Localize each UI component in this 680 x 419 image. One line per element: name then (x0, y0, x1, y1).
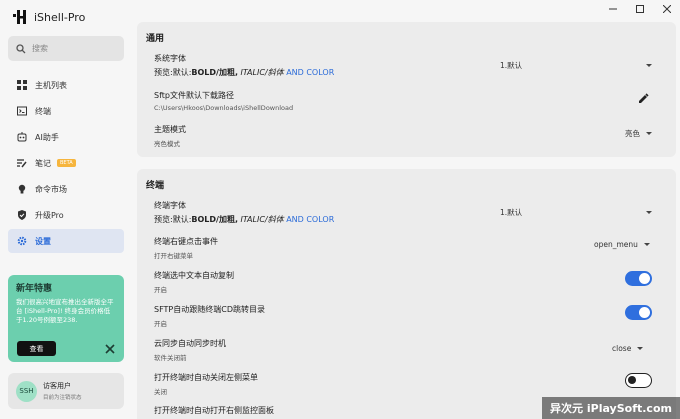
setting-title: SFTP自动跟随终端CD跳转目录 (154, 305, 265, 314)
sidebar-item-label: 主机列表 (35, 80, 67, 90)
sidebar-item-label: 终端 (35, 106, 51, 116)
select-value: open_menu (594, 240, 638, 249)
user-status: 目前为注销状态 (43, 395, 82, 401)
maximize-icon (635, 4, 644, 13)
sidebar-item-terminal[interactable]: 终端 (8, 99, 124, 123)
setting-subtitle: 亮色模式 (154, 140, 180, 148)
grid-icon (17, 80, 27, 90)
auto-close-left-toggle[interactable] (625, 373, 652, 388)
select-value: 1.默认 (500, 208, 523, 217)
minimize-icon (608, 8, 617, 9)
close-icon (662, 4, 671, 13)
auto-close-left-row: 打开终端时自动关闭左侧菜单 关闭 (154, 372, 652, 396)
maximize-button[interactable] (626, 0, 653, 17)
minimize-button[interactable] (599, 0, 626, 17)
close-icon[interactable] (105, 344, 115, 354)
general-settings-card: 通用 系统字体 预览:默认:BOLD/加粗, ITALIC/斜体 AND COL… (137, 22, 676, 157)
promo-title: 新年特惠 (16, 284, 53, 294)
logo-icon (13, 10, 26, 24)
sidebar-item-hosts[interactable]: 主机列表 (8, 73, 124, 97)
setting-subtitle: 开启 (154, 286, 167, 294)
theme-select[interactable]: 亮色 (625, 128, 652, 139)
sidebar-item-notes[interactable]: 笔记 BETA (8, 151, 124, 175)
chevron-down-icon (646, 132, 652, 135)
chevron-down-icon (637, 347, 644, 350)
right-click-select[interactable]: open_menu (594, 240, 650, 249)
preview-color: AND COLOR (286, 215, 335, 224)
sidebar: iShell-Pro 搜索 主机列表 终端 AI助手 笔记 BETA 命令市场 (0, 0, 133, 419)
download-path: C:\Users\Hkoos\Downloads\iShellDownload (154, 104, 294, 112)
close-window-button[interactable] (653, 0, 680, 17)
sidebar-item-settings[interactable]: 设置 (8, 229, 124, 253)
setting-title: 终端选中文本自动复制 (154, 271, 234, 280)
setting-title: 终端右键点击事件 (154, 237, 218, 246)
preview-bold: BOLD/加粗, (191, 68, 238, 77)
app-title: iShell-Pro (34, 10, 86, 24)
shield-icon (17, 210, 27, 220)
chevron-down-icon (646, 211, 652, 214)
select-value: 1.默认 (500, 61, 523, 70)
section-title-general: 通用 (146, 34, 165, 44)
promo-text: 我们很高兴地宣布推出全新版全平台 [iShell-Pro]! 终身会员价格低于1… (16, 298, 114, 324)
preview-italic: ITALIC/斜体 (240, 68, 284, 77)
search-input[interactable]: 搜索 (8, 36, 124, 61)
select-value: 亮色 (625, 129, 640, 138)
system-font-select[interactable]: 1.默认 (500, 60, 652, 71)
sidebar-item-label: 设置 (35, 236, 51, 246)
download-path-row: Sftp文件默认下载路径 C:\Users\Hkoos\Downloads\iS… (154, 90, 652, 112)
bulb-icon (17, 184, 27, 194)
cloud-sync-row: 云同步自动同步时机 软件关闭前 (154, 338, 652, 362)
setting-subtitle: 关闭 (154, 388, 167, 396)
select-value: close (612, 344, 632, 353)
terminal-settings-card: 终端 终端字体 预览:默认:BOLD/加粗, ITALIC/斜体 AND COL… (137, 169, 676, 419)
sidebar-item-label: 命令市场 (35, 184, 67, 194)
sidebar-item-label: 笔记 (35, 158, 51, 168)
auto-copy-row: 终端选中文本自动复制 开启 (154, 270, 652, 294)
section-title-terminal: 终端 (146, 181, 165, 191)
preview-default: 预览:默认: (154, 68, 192, 77)
sidebar-item-label: 升级Pro (35, 210, 64, 220)
terminal-font-select[interactable]: 1.默认 (500, 207, 652, 218)
app-logo: iShell-Pro (12, 9, 85, 25)
preview-default: 预览:默认: (154, 215, 192, 224)
window-controls (599, 0, 680, 17)
notes-icon (17, 158, 27, 168)
setting-subtitle: 打开右键菜单 (154, 252, 193, 260)
sidebar-item-ai[interactable]: AI助手 (8, 125, 124, 149)
setting-title: 打开终端时自动关闭左侧菜单 (154, 373, 258, 382)
search-icon (16, 43, 26, 53)
terminal-icon (17, 106, 27, 116)
beta-badge: BETA (57, 159, 76, 167)
setting-title: Sftp文件默认下载路径 (154, 91, 234, 100)
watermark: 异次元 iPlaySoft.com (542, 397, 680, 419)
promo-card: 新年特惠 我们很高兴地宣布推出全新版全平台 [iShell-Pro]! 终身会员… (8, 275, 124, 362)
auto-copy-toggle[interactable] (625, 271, 652, 286)
cloud-sync-select[interactable]: close (612, 344, 644, 353)
promo-view-button[interactable]: 查看 (17, 341, 56, 356)
preview-bold: BOLD/加粗, (191, 215, 238, 224)
preview-color: AND COLOR (286, 68, 335, 77)
sftp-follow-toggle[interactable] (625, 305, 652, 320)
setting-subtitle: 开启 (154, 320, 167, 328)
sftp-follow-row: SFTP自动跟随终端CD跳转目录 开启 (154, 304, 652, 328)
setting-title: 云同步自动同步时机 (154, 339, 226, 348)
gear-icon (17, 236, 27, 246)
preview-italic: ITALIC/斜体 (240, 215, 284, 224)
user-card[interactable]: SSH 访客用户 目前为注销状态 (8, 373, 124, 409)
chevron-down-icon (643, 243, 650, 246)
sidebar-item-commands[interactable]: 命令市场 (8, 177, 124, 201)
chevron-down-icon (646, 64, 652, 67)
sidebar-item-label: AI助手 (35, 132, 59, 142)
avatar: SSH (16, 380, 37, 402)
ai-icon (17, 132, 27, 142)
edit-pencil-icon[interactable] (638, 93, 649, 104)
theme-row: 主题模式 亮色模式 (154, 124, 652, 148)
sidebar-nav: 主机列表 终端 AI助手 笔记 BETA 命令市场 升级Pro 设置 (8, 73, 124, 255)
user-name: 访客用户 (43, 382, 71, 390)
setting-subtitle: 软件关闭前 (154, 354, 187, 362)
sidebar-item-upgrade[interactable]: 升级Pro (8, 203, 124, 227)
right-click-row: 终端右键点击事件 打开右键菜单 (154, 236, 652, 260)
setting-title: 主题模式 (154, 125, 186, 134)
search-placeholder: 搜索 (32, 44, 48, 53)
